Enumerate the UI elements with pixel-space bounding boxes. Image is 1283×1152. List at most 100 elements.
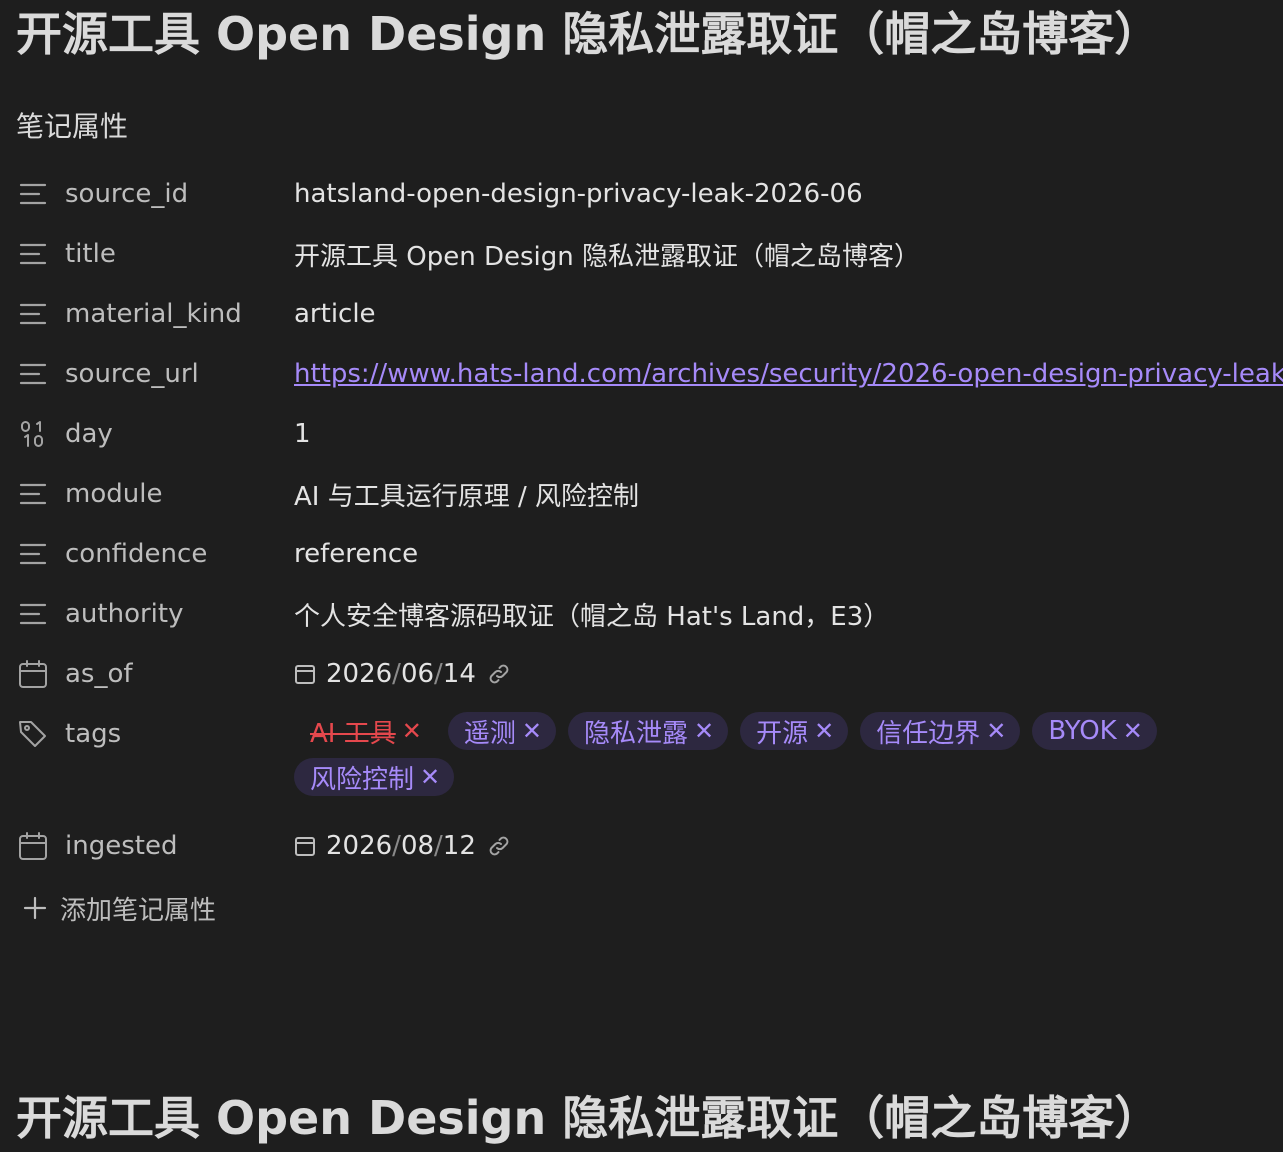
property-tags: tags AI 工具 ✕ 遥测 ✕ 隐私泄露 ✕ 开源 ✕ 信任边界 ✕ BYO… bbox=[16, 704, 1283, 816]
property-authority: authority 个人安全博客源码取证（帽之岛 Hat's Land，E3） bbox=[16, 584, 1283, 644]
tag-icon bbox=[16, 717, 50, 751]
date-separator: / bbox=[434, 659, 443, 689]
tag-label: 信任边界 bbox=[876, 718, 981, 749]
property-value[interactable]: 个人安全博客源码取证（帽之岛 Hat's Land，E3） bbox=[294, 584, 1283, 644]
remove-tag-icon[interactable]: ✕ bbox=[694, 717, 714, 745]
tag-label: 风险控制 bbox=[310, 764, 415, 795]
property-value: 2026/06/14 bbox=[294, 644, 1283, 704]
text-lines-icon bbox=[16, 537, 50, 571]
remove-tag-icon[interactable]: ✕ bbox=[986, 717, 1006, 745]
note-title[interactable]: 开源工具 Open Design 隐私泄露取证（帽之岛博客） bbox=[16, 4, 1160, 64]
text-lines-icon bbox=[16, 297, 50, 331]
property-name: source_id bbox=[65, 179, 189, 209]
date-separator: / bbox=[392, 831, 401, 861]
property-material-kind: material_kind article bbox=[16, 284, 1283, 344]
number-icon bbox=[16, 417, 50, 451]
property-key[interactable]: material_kind bbox=[16, 284, 294, 344]
add-property-button[interactable]: 添加笔记属性 bbox=[20, 886, 216, 930]
properties-heading[interactable]: 笔记属性 bbox=[16, 108, 128, 146]
calendar-icon bbox=[16, 829, 50, 863]
text-lines-icon bbox=[16, 357, 50, 391]
date-separator: / bbox=[392, 659, 401, 689]
tag-pill[interactable]: 风险控制 ✕ bbox=[294, 758, 455, 796]
property-value: 2026/08/12 bbox=[294, 816, 1283, 876]
remove-tag-icon[interactable]: ✕ bbox=[814, 717, 834, 745]
tag-pill[interactable]: 遥测 ✕ bbox=[447, 712, 556, 750]
property-name: material_kind bbox=[65, 299, 242, 329]
property-value[interactable]: 开源工具 Open Design 隐私泄露取证（帽之岛博客） bbox=[294, 224, 1283, 284]
property-key[interactable]: module bbox=[16, 464, 294, 524]
tag-pill[interactable]: BYOK ✕ bbox=[1032, 712, 1157, 750]
property-value[interactable]: 1 bbox=[294, 404, 1283, 464]
calendar-icon bbox=[294, 835, 316, 857]
property-name: source_url bbox=[65, 359, 199, 389]
note-view: 开源工具 Open Design 隐私泄露取证（帽之岛博客） 笔记属性 sour… bbox=[0, 0, 1283, 1152]
note-heading[interactable]: 开源工具 Open Design 隐私泄露取证（帽之岛博客） bbox=[16, 1088, 1160, 1148]
remove-tag-icon[interactable]: ✕ bbox=[1123, 717, 1143, 745]
property-key[interactable]: authority bbox=[16, 584, 294, 644]
remove-tag-icon[interactable]: ✕ bbox=[402, 717, 422, 745]
property-value: https://www.hats-land.com/archives/secur… bbox=[294, 344, 1283, 404]
date-input[interactable]: 2026/08/12 bbox=[294, 831, 476, 861]
property-source-id: source_id hatsland-open-design-privacy-l… bbox=[16, 164, 1283, 224]
property-key[interactable]: tags bbox=[16, 704, 294, 764]
property-source-url: source_url https://www.hats-land.com/arc… bbox=[16, 344, 1283, 404]
property-day: day 1 bbox=[16, 404, 1283, 464]
date-day: 12 bbox=[442, 831, 476, 861]
tag-pill[interactable]: 隐私泄露 ✕ bbox=[567, 712, 729, 750]
property-key[interactable]: title bbox=[16, 224, 294, 284]
property-value[interactable]: hatsland-open-design-privacy-leak-2026-0… bbox=[294, 164, 1283, 224]
calendar-icon bbox=[16, 657, 50, 691]
tags-list: AI 工具 ✕ 遥测 ✕ 隐私泄露 ✕ 开源 ✕ 信任边界 ✕ BYOK ✕ 风… bbox=[294, 704, 1283, 796]
tag-label: BYOK bbox=[1048, 716, 1117, 746]
tag-pill[interactable]: 信任边界 ✕ bbox=[860, 712, 1021, 750]
add-property-label: 添加笔记属性 bbox=[60, 895, 217, 926]
remove-tag-icon[interactable]: ✕ bbox=[420, 763, 440, 791]
property-key[interactable]: day bbox=[16, 404, 294, 464]
property-name: title bbox=[65, 239, 116, 269]
property-value[interactable]: article bbox=[294, 284, 1283, 344]
property-key[interactable]: ingested bbox=[16, 816, 294, 876]
date-year: 2026 bbox=[326, 831, 393, 861]
property-key[interactable]: confidence bbox=[16, 524, 294, 584]
property-name: as_of bbox=[65, 659, 133, 689]
property-value[interactable]: AI 与工具运行原理 / 风险控制 bbox=[294, 464, 1283, 524]
text-lines-icon bbox=[16, 597, 50, 631]
text-lines-icon bbox=[16, 177, 50, 211]
property-as-of: as_of 2026/06/14 bbox=[16, 644, 1283, 704]
property-module: module AI 与工具运行原理 / 风险控制 bbox=[16, 464, 1283, 524]
remove-tag-icon[interactable]: ✕ bbox=[522, 717, 542, 745]
properties-list: source_id hatsland-open-design-privacy-l… bbox=[16, 164, 1283, 876]
date-day: 14 bbox=[442, 659, 476, 689]
tag-label: 开源 bbox=[756, 718, 809, 749]
text-lines-icon bbox=[16, 477, 50, 511]
plus-icon bbox=[20, 893, 50, 923]
calendar-icon bbox=[294, 663, 316, 685]
property-confidence: confidence reference bbox=[16, 524, 1283, 584]
property-key[interactable]: source_url bbox=[16, 344, 294, 404]
tag-pill[interactable]: AI 工具 ✕ bbox=[294, 712, 436, 750]
tag-label: AI 工具 bbox=[310, 718, 396, 749]
date-separator: / bbox=[434, 831, 443, 861]
link-icon[interactable] bbox=[486, 833, 512, 859]
date-month: 06 bbox=[400, 659, 435, 689]
source-url-link[interactable]: https://www.hats-land.com/archives/secur… bbox=[294, 359, 1283, 389]
tag-pill[interactable]: 开源 ✕ bbox=[740, 712, 849, 750]
property-name: tags bbox=[65, 719, 122, 749]
property-name: ingested bbox=[65, 831, 178, 861]
tag-label: 隐私泄露 bbox=[583, 718, 688, 749]
date-input[interactable]: 2026/06/14 bbox=[294, 659, 476, 689]
property-ingested: ingested 2026/08/12 bbox=[16, 816, 1283, 876]
text-lines-icon bbox=[16, 237, 50, 271]
property-title: title 开源工具 Open Design 隐私泄露取证（帽之岛博客） bbox=[16, 224, 1283, 284]
property-key[interactable]: as_of bbox=[16, 644, 294, 704]
property-value[interactable]: reference bbox=[294, 524, 1283, 584]
property-name: module bbox=[65, 479, 163, 509]
property-name: day bbox=[65, 419, 113, 449]
date-month: 08 bbox=[400, 831, 435, 861]
tag-label: 遥测 bbox=[463, 718, 516, 749]
property-key[interactable]: source_id bbox=[16, 164, 294, 224]
property-name: confidence bbox=[65, 539, 208, 569]
link-icon[interactable] bbox=[486, 661, 512, 687]
date-year: 2026 bbox=[326, 659, 393, 689]
